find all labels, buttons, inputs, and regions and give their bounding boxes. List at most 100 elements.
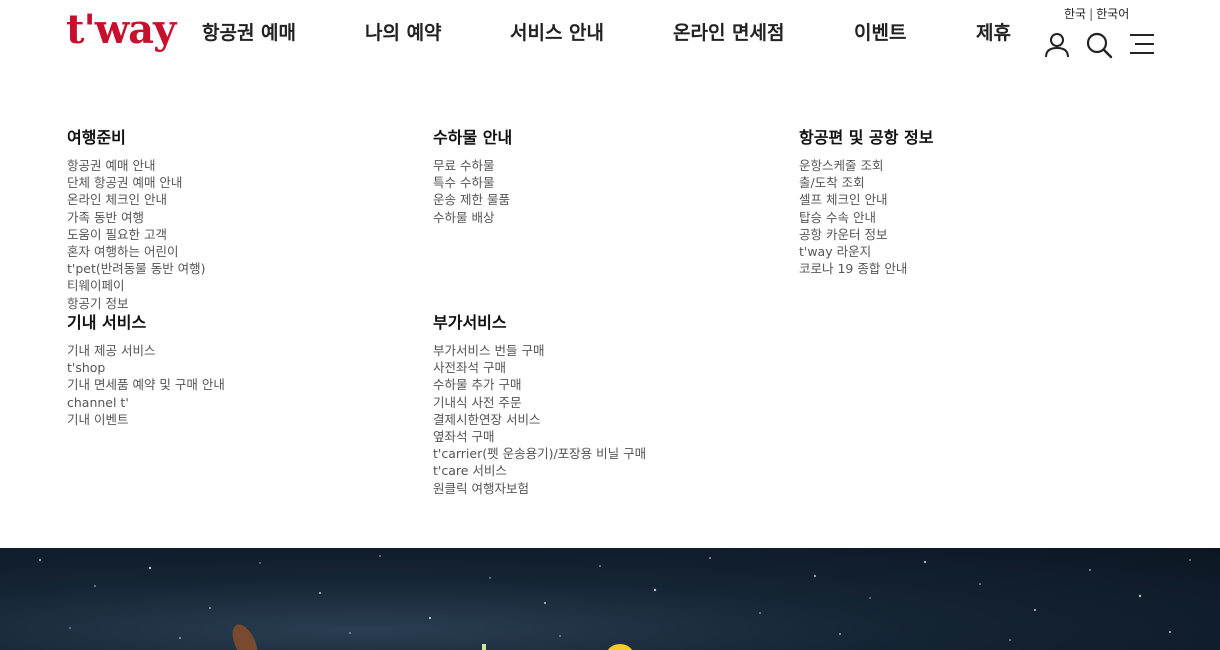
list-item: 기내식 사전 주문 <box>433 393 793 410</box>
menu-link[interactable]: 기내 면세품 예약 및 구매 안내 <box>67 377 225 392</box>
lang-country: 한국 <box>1064 7 1087 21</box>
nav-partnership[interactable]: 제휴 <box>976 20 1011 46</box>
menu-link[interactable]: 항공권 예매 안내 <box>67 158 155 173</box>
menu-link[interactable]: 셀프 체크인 안내 <box>799 192 887 207</box>
menu-link[interactable]: t'carrier(펫 운송용기)/포장용 비닐 구매 <box>433 446 646 461</box>
nav-service-info[interactable]: 서비스 안내 <box>510 20 604 46</box>
list-item: 기내 제공 서비스 <box>67 341 427 358</box>
list-item: t'shop <box>67 358 427 375</box>
list-item: 공항 카운터 정보 <box>799 225 1159 242</box>
starfield-image <box>39 555 1191 650</box>
list-item: 기내 면세품 예약 및 구매 안내 <box>67 375 427 392</box>
list-item: channel t' <box>67 393 427 410</box>
menu-link[interactable]: 온라인 체크인 안내 <box>67 192 167 207</box>
menu-icon[interactable] <box>1127 30 1157 60</box>
list-item: 원클릭 여행자보험 <box>433 479 793 496</box>
list-item: 도움이 필요한 고객 <box>67 225 427 242</box>
lang-separator: | <box>1089 7 1094 21</box>
menu-group-extra-services: 부가서비스 부가서비스 번들 구매 사전좌석 구매 수하물 추가 구매 기내식 … <box>433 313 793 496</box>
menu-link[interactable]: t'care 서비스 <box>433 463 507 478</box>
menu-group-title: 항공편 및 공항 정보 <box>799 128 934 147</box>
list-item: 항공권 예매 안내 <box>67 156 427 173</box>
menu-link[interactable]: 도움이 필요한 고객 <box>67 227 167 242</box>
menu-link-list: 항공권 예매 안내 단체 항공권 예매 안내 온라인 체크인 안내 가족 동반 … <box>67 156 427 311</box>
list-item: 가족 동반 여행 <box>67 208 427 225</box>
list-item: 부가서비스 번들 구매 <box>433 341 793 358</box>
menu-link[interactable]: 결제시한연장 서비스 <box>433 412 540 427</box>
list-item: 셀프 체크인 안내 <box>799 190 1159 207</box>
menu-group-baggage: 수하물 안내 무료 수하물 특수 수하물 운송 제한 물품 수하물 배상 <box>433 128 793 225</box>
list-item: 특수 수하물 <box>433 173 793 190</box>
list-item: 온라인 체크인 안내 <box>67 190 427 207</box>
menu-group-flight-airport: 항공편 및 공항 정보 운항스케줄 조회 출/도착 조회 셀프 체크인 안내 탑… <box>799 128 1159 276</box>
menu-link[interactable]: 티웨이페이 <box>67 278 125 293</box>
menu-link[interactable]: 혼자 여행하는 어린이 <box>67 244 178 259</box>
list-item: t'way 라운지 <box>799 242 1159 259</box>
nav-duty-free[interactable]: 온라인 면세점 <box>673 20 785 46</box>
list-item: 코로나 19 종합 안내 <box>799 259 1159 276</box>
menu-link[interactable]: t'way 라운지 <box>799 244 871 259</box>
menu-link[interactable]: 출/도착 조회 <box>799 175 865 190</box>
menu-link[interactable]: 코로나 19 종합 안내 <box>799 261 907 276</box>
list-item: 결제시한연장 서비스 <box>433 410 793 427</box>
menu-link[interactable]: 운항스케줄 조회 <box>799 158 883 173</box>
menu-link-list: 부가서비스 번들 구매 사전좌석 구매 수하물 추가 구매 기내식 사전 주문 … <box>433 341 793 496</box>
menu-link[interactable]: 단체 항공권 예매 안내 <box>67 175 182 190</box>
list-item: 수하물 배상 <box>433 208 793 225</box>
list-item: 탑승 수속 안내 <box>799 208 1159 225</box>
list-item: 무료 수하물 <box>433 156 793 173</box>
menu-link[interactable]: 공항 카운터 정보 <box>799 227 887 242</box>
menu-link[interactable]: 기내 이벤트 <box>67 412 128 427</box>
menu-group-title: 수하물 안내 <box>433 128 513 147</box>
menu-group-travel-prep: 여행준비 항공권 예매 안내 단체 항공권 예매 안내 온라인 체크인 안내 가… <box>67 128 427 311</box>
menu-link[interactable]: 기내 제공 서비스 <box>67 343 155 358</box>
nav-my-reservation[interactable]: 나의 예약 <box>365 20 442 46</box>
list-item: 수하물 추가 구매 <box>433 375 793 392</box>
list-item: 티웨이페이 <box>67 276 427 293</box>
list-item: 기내 이벤트 <box>67 410 427 427</box>
list-item: 옆좌석 구매 <box>433 427 793 444</box>
menu-link[interactable]: 가족 동반 여행 <box>67 210 144 225</box>
list-item: 단체 항공권 예매 안내 <box>67 173 427 190</box>
menu-link[interactable]: 특수 수하물 <box>433 175 494 190</box>
language-selector[interactable]: 한국 | 한국어 <box>1064 6 1129 22</box>
list-item: t'carrier(펫 운송용기)/포장용 비닐 구매 <box>433 444 793 461</box>
list-item: 출/도착 조회 <box>799 173 1159 190</box>
list-item: t'care 서비스 <box>433 461 793 478</box>
nav-booking[interactable]: 항공권 예매 <box>202 20 296 46</box>
list-item: 혼자 여행하는 어린이 <box>67 242 427 259</box>
menu-link-list: 운항스케줄 조회 출/도착 조회 셀프 체크인 안내 탑승 수속 안내 공항 카… <box>799 156 1159 276</box>
page: t'way 항공권 예매 나의 예약 서비스 안내 온라인 면세점 이벤트 제휴… <box>0 0 1220 650</box>
menu-link[interactable]: channel t' <box>67 395 129 410</box>
menu-link[interactable]: 수하물 배상 <box>433 210 494 225</box>
menu-link[interactable]: 운송 제한 물품 <box>433 192 510 207</box>
menu-link[interactable]: 탑승 수속 안내 <box>799 210 876 225</box>
menu-group-inflight: 기내 서비스 기내 제공 서비스 t'shop 기내 면세품 예약 및 구매 안… <box>67 313 427 427</box>
list-item: t'pet(반려동물 동반 여행) <box>67 259 427 276</box>
search-icon[interactable] <box>1084 30 1114 60</box>
menu-link[interactable]: t'pet(반려동물 동반 여행) <box>67 261 206 276</box>
hero-banner[interactable] <box>0 548 1220 650</box>
menu-link[interactable]: t'shop <box>67 360 105 375</box>
menu-group-title: 부가서비스 <box>433 313 507 332</box>
menu-link[interactable]: 옆좌석 구매 <box>433 429 494 444</box>
list-item: 사전좌석 구매 <box>433 358 793 375</box>
menu-link[interactable]: 기내식 사전 주문 <box>433 395 521 410</box>
list-item: 운항스케줄 조회 <box>799 156 1159 173</box>
menu-link[interactable]: 원클릭 여행자보험 <box>433 481 529 496</box>
nav-event[interactable]: 이벤트 <box>854 20 906 46</box>
menu-link[interactable]: 항공기 정보 <box>67 296 128 311</box>
user-icon[interactable] <box>1042 30 1072 60</box>
list-item: 항공기 정보 <box>67 294 427 311</box>
list-item: 운송 제한 물품 <box>433 190 793 207</box>
menu-link[interactable]: 무료 수하물 <box>433 158 494 173</box>
lang-language: 한국어 <box>1096 7 1130 21</box>
menu-group-title: 기내 서비스 <box>67 313 147 332</box>
menu-link[interactable]: 사전좌석 구매 <box>433 360 506 375</box>
menu-link-list: 기내 제공 서비스 t'shop 기내 면세품 예약 및 구매 안내 chann… <box>67 341 427 427</box>
tway-logo[interactable]: t'way <box>66 8 176 52</box>
menu-link[interactable]: 부가서비스 번들 구매 <box>433 343 544 358</box>
menu-link-list: 무료 수하물 특수 수하물 운송 제한 물품 수하물 배상 <box>433 156 793 225</box>
menu-group-title: 여행준비 <box>67 128 126 147</box>
menu-link[interactable]: 수하물 추가 구매 <box>433 377 521 392</box>
